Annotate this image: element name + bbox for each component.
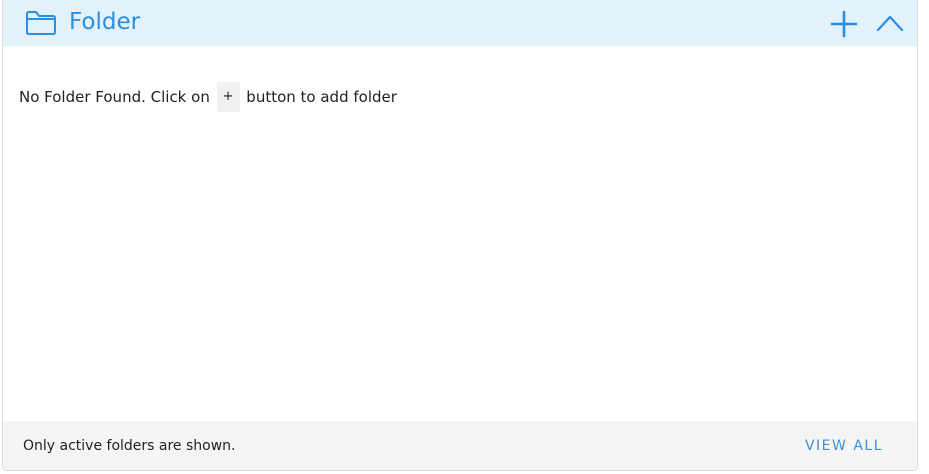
folder-icon [25,10,57,36]
panel-header: Folder [3,0,917,46]
panel-footer: Only active folders are shown. VIEW ALL [3,421,917,470]
empty-state-prefix: No Folder Found. Click on [19,88,210,106]
empty-state-message: No Folder Found. Click on + button to ad… [19,82,397,112]
plus-icon [830,10,858,38]
add-folder-button[interactable] [829,9,859,39]
collapse-panel-button[interactable] [875,11,905,35]
chevron-up-icon [876,15,904,32]
folder-panel: Folder No Folder Found. Click on + butto… [2,0,918,471]
empty-state-suffix: button to add folder [246,88,397,106]
view-all-link[interactable]: VIEW ALL [805,436,883,456]
inline-plus-glyph: + [216,82,240,112]
footer-note: Only active folders are shown. [23,438,236,454]
panel-title: Folder [69,9,141,35]
